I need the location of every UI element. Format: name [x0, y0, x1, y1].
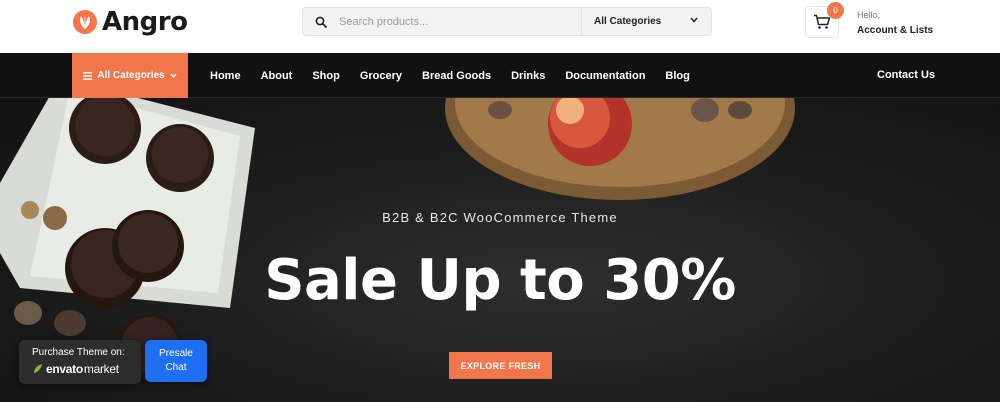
hero-subtitle: B2B & B2C WooCommerce Theme: [382, 210, 618, 225]
envato-market-logo: envato market: [32, 362, 141, 376]
leaf-logo-icon: [73, 10, 97, 34]
account-link[interactable]: Hello, Account & Lists: [857, 10, 933, 36]
nav-menu: Home About Shop Grocery Bread Goods Drin…: [210, 53, 710, 98]
cart-count-badge: 0: [827, 2, 844, 19]
hero-title: Sale Up to 30%: [264, 248, 736, 313]
nav-item-home[interactable]: Home: [210, 70, 241, 82]
category-select[interactable]: All Categories: [581, 8, 712, 35]
envato-leaf-icon: [34, 364, 42, 373]
purchase-label: Purchase Theme on:: [32, 347, 125, 358]
apple-board-image: [445, 98, 795, 200]
cart-icon: [814, 14, 831, 29]
account-label: Account & Lists: [857, 25, 934, 36]
nav-item-documentation[interactable]: Documentation: [565, 70, 645, 82]
account-greeting: Hello,: [857, 10, 881, 20]
category-select-value: All Categories: [594, 16, 662, 27]
presale-chat-button[interactable]: Presale Chat: [145, 340, 207, 382]
all-categories-button[interactable]: All Categories: [72, 53, 188, 98]
chevron-down-icon: [690, 17, 698, 23]
nav-item-grocery[interactable]: Grocery: [360, 70, 402, 82]
nav-item-drinks[interactable]: Drinks: [511, 70, 545, 82]
nav-item-blog[interactable]: Blog: [665, 70, 689, 82]
nav-item-about[interactable]: About: [261, 70, 293, 82]
search-bar: All Categories: [302, 7, 712, 36]
presale-label-line1: Presale: [159, 348, 193, 359]
site-logo[interactable]: Angro: [72, 6, 188, 38]
page: Angro All Categories: [0, 0, 1000, 402]
envato-brand-bold: envato: [46, 362, 83, 376]
nav-item-shop[interactable]: Shop: [312, 70, 340, 82]
main-nav: All Categories Home About Shop Grocery B…: [0, 53, 1000, 98]
presale-label-line2: Chat: [165, 362, 187, 373]
envato-brand-light: market: [83, 362, 119, 376]
purchase-theme-widget[interactable]: Purchase Theme on: envato market: [19, 340, 141, 384]
all-categories-label: All Categories: [97, 70, 165, 81]
nav-item-bread-goods[interactable]: Bread Goods: [422, 70, 491, 82]
menu-icon: [83, 71, 93, 80]
explore-fresh-button[interactable]: EXPLORE FRESH: [449, 352, 552, 379]
chevron-down-icon: [170, 73, 177, 78]
site-header: Angro All Categories: [0, 0, 1000, 53]
search-input[interactable]: [339, 8, 579, 35]
nav-item-contact[interactable]: Contact Us: [877, 69, 935, 81]
brand-name: Angro: [102, 7, 188, 37]
search-icon[interactable]: [303, 8, 339, 35]
